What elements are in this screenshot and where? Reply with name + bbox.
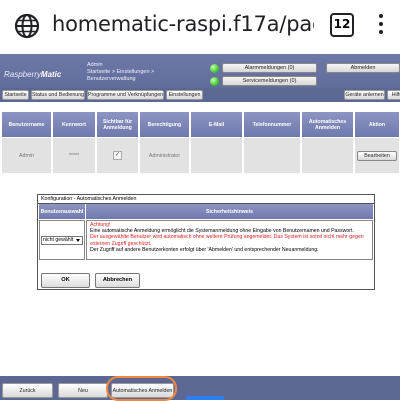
current-user: Admin (87, 62, 103, 68)
cell-password: ***** (53, 137, 96, 173)
dialog-body: Benutzerauswahl Sicherheitshinweis nicht… (38, 204, 374, 289)
highlight-ring (106, 376, 177, 401)
user-select-value: nicht gewählt (43, 237, 74, 243)
tabs-icon[interactable]: 12 (330, 13, 354, 37)
col-header: Aktion (355, 112, 400, 137)
col-header: Kennwort (53, 112, 96, 137)
service-led-icon (210, 77, 219, 86)
alarm-led-icon (210, 64, 219, 73)
breadcrumb-path: Startseite > Einstellungen > Benutzerver… (87, 69, 155, 82)
nav-geraete-anlernen[interactable]: Geräte anlernen (344, 90, 385, 100)
cell-auto-login (302, 137, 354, 173)
col-header: Benutzername (2, 112, 52, 137)
logo: RaspberryMatic (4, 70, 62, 79)
edit-button[interactable]: Bearbeiten (357, 150, 397, 161)
ok-button[interactable]: OK (41, 273, 90, 288)
col-header: E-Mail (191, 112, 243, 137)
dropdown-arrow-icon (76, 239, 80, 242)
col-note-header: Sicherheitshinweis (86, 204, 373, 219)
breadcrumb: Admin Startseite > Einstellungen > Benut… (87, 62, 177, 83)
address-bar[interactable]: homematic-raspi.f17a/pages/index.htm (52, 12, 314, 36)
cell-action: Bearbeiten (355, 137, 400, 173)
col-header: Sichtbar für Anmeldung (97, 112, 139, 137)
main-nav: Startseite Status und Bedienung Programm… (0, 88, 400, 102)
user-select-cell: nicht gewählt (39, 220, 85, 260)
col-header: Berechtigung (140, 112, 190, 137)
col-user-header: Benutzerauswahl (39, 204, 85, 219)
logout-button[interactable]: Abmelden (326, 63, 400, 73)
nav-programme[interactable]: Programme und Verknüpfungen (87, 90, 164, 100)
browser-toolbar: homematic-raspi.f17a/pages/index.htm 12 (0, 0, 400, 54)
col-header: Telefonnummer (244, 112, 301, 137)
new-user-button[interactable]: Neu (58, 383, 108, 398)
cell-phone (244, 137, 301, 173)
cell-visible: ✓ (97, 137, 139, 173)
back-button[interactable]: Zurück (2, 383, 53, 398)
nav-hilfe[interactable]: Hilfe (387, 90, 400, 100)
visible-checkbox[interactable]: ✓ (113, 151, 122, 160)
security-note: Achtung! Eine automatische Anmeldung erm… (86, 220, 373, 260)
user-select[interactable]: nicht gewählt (41, 236, 83, 245)
dialog-title: Konfiguration - Automatisches Anmelden (38, 195, 374, 204)
cancel-button[interactable]: Abbrechen (95, 273, 140, 288)
note-warning: Der ausgewählte Benutzer wird automatisc… (90, 234, 364, 247)
globe-icon[interactable] (14, 13, 40, 39)
nav-startseite[interactable]: Startseite (2, 90, 29, 100)
nav-status[interactable]: Status und Bedienung (31, 90, 85, 100)
service-messages-button[interactable]: Servicemeldungen (0) (222, 76, 317, 86)
cell-username: Admin (2, 137, 52, 173)
col-header: Automatisches Anmelden (302, 112, 354, 137)
more-vert-icon[interactable] (378, 14, 384, 36)
scroll-indicator (186, 396, 224, 400)
alarm-messages-button[interactable]: Alarmmeldungen (0) (222, 63, 317, 73)
cell-email (191, 137, 243, 173)
note-line: Der Zugriff auf andere Benutzerkonten er… (90, 246, 319, 253)
cell-permission: Administrator (140, 137, 190, 173)
auto-login-dialog: Konfiguration - Automatisches Anmelden B… (37, 194, 375, 290)
nav-einstellungen[interactable]: Einstellungen (166, 90, 203, 100)
